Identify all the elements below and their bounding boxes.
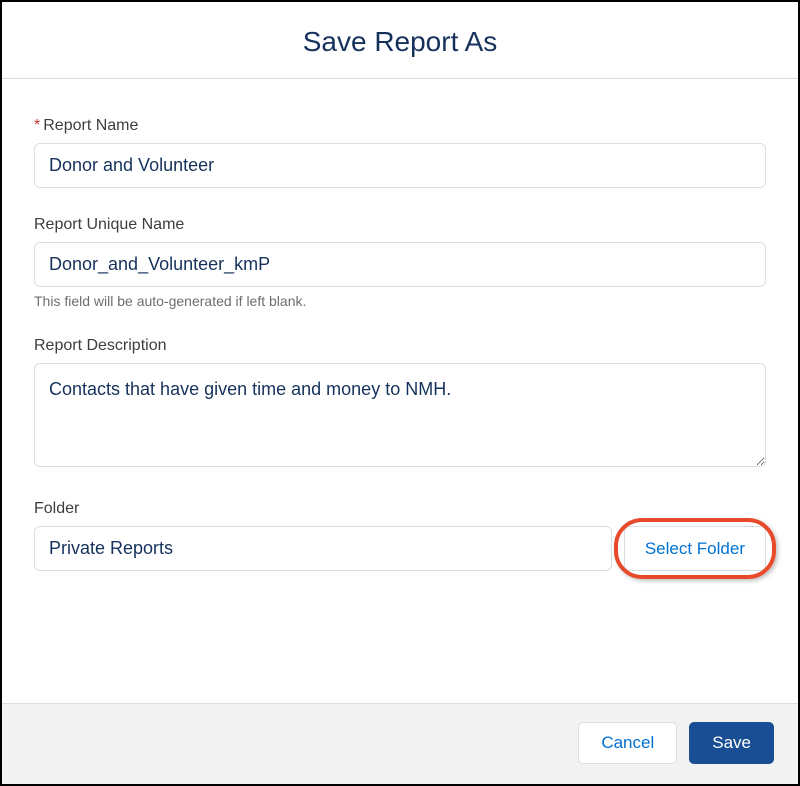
unique-name-label: Report Unique Name xyxy=(34,216,766,234)
report-name-label-text: Report Name xyxy=(43,117,138,134)
dialog-body: *Report Name Report Unique Name This fie… xyxy=(2,79,798,703)
report-name-input[interactable] xyxy=(34,143,766,188)
required-indicator: * xyxy=(34,117,40,134)
select-folder-wrap: Select Folder xyxy=(624,526,766,571)
dialog-header: Save Report As xyxy=(2,2,798,78)
description-textarea[interactable]: Contacts that have given time and money … xyxy=(34,363,766,467)
folder-input-wrap xyxy=(34,526,612,571)
form-group-unique-name: Report Unique Name This field will be au… xyxy=(34,216,766,309)
unique-name-input[interactable] xyxy=(34,242,766,287)
folder-label: Folder xyxy=(34,500,766,518)
cancel-button[interactable]: Cancel xyxy=(578,722,677,764)
form-group-description: Report Description Contacts that have gi… xyxy=(34,337,766,472)
form-group-folder: Folder Select Folder xyxy=(34,500,766,571)
save-button[interactable]: Save xyxy=(689,722,774,764)
unique-name-helper: This field will be auto-generated if lef… xyxy=(34,293,766,309)
dialog-footer: Cancel Save xyxy=(2,703,798,784)
select-folder-button[interactable]: Select Folder xyxy=(624,526,766,571)
dialog-title: Save Report As xyxy=(2,26,798,58)
form-group-report-name: *Report Name xyxy=(34,117,766,188)
folder-input[interactable] xyxy=(34,526,612,571)
report-name-label: *Report Name xyxy=(34,117,766,135)
folder-row: Select Folder xyxy=(34,526,766,571)
description-label: Report Description xyxy=(34,337,766,355)
